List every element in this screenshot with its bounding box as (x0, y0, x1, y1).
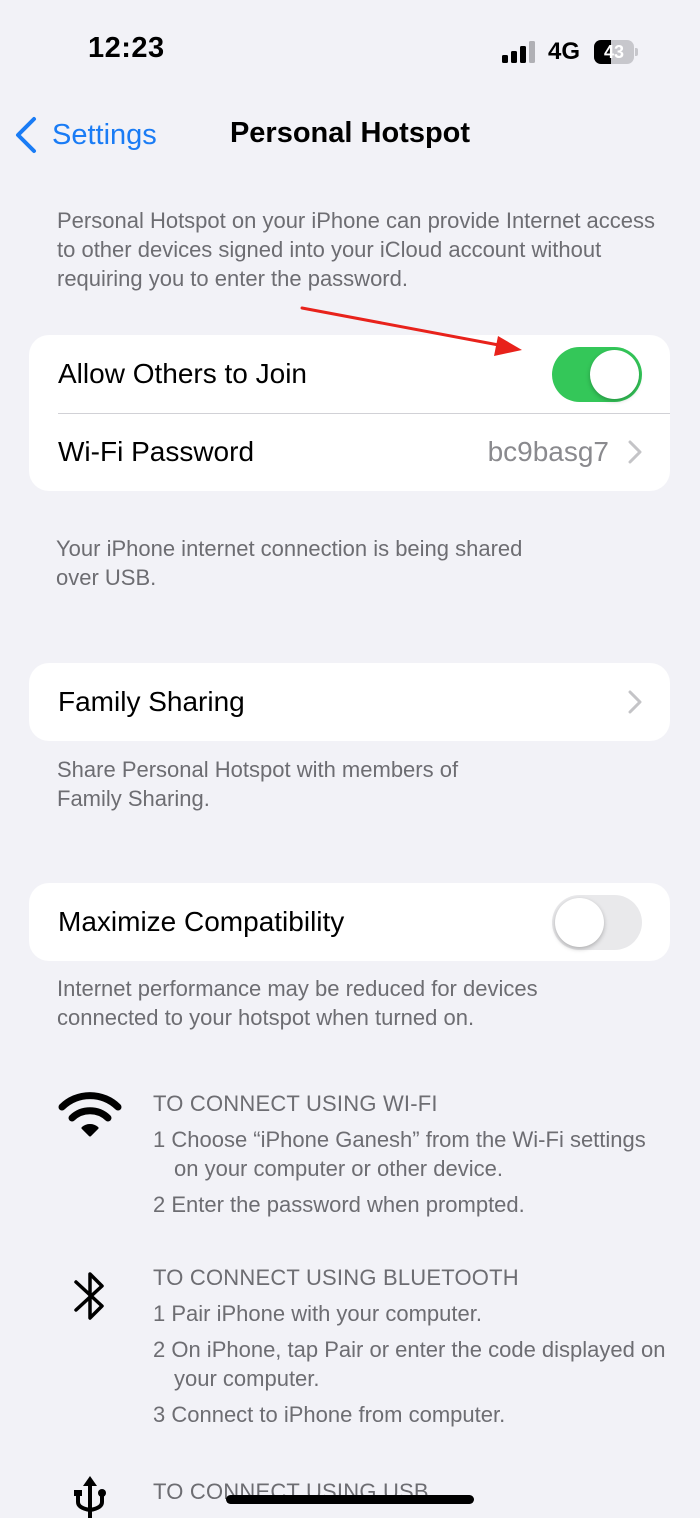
wifi-password-label: Wi-Fi Password (58, 436, 255, 467)
family-sharing-footer: Share Personal Hotspot with members of F… (57, 757, 459, 811)
annotation-arrow-icon (300, 306, 522, 356)
chevron-right-icon (628, 440, 642, 464)
page-title: Personal Hotspot (229, 117, 471, 149)
bluetooth-step-2: 2 On iPhone, tap Pair or enter the code … (153, 1337, 666, 1391)
wifi-step-1: 1 Choose “iPhone Ganesh” from the Wi-Fi … (153, 1127, 646, 1181)
wifi-password-value: bc9basg7 (487, 436, 609, 467)
bluetooth-instructions-heading: TO CONNECT USING BLUETOOTH (153, 1265, 519, 1290)
family-sharing-group: Family Sharing (29, 663, 670, 741)
bluetooth-icon (74, 1272, 104, 1320)
wifi-password-row[interactable]: Wi-Fi Password bc9basg7 (29, 413, 670, 491)
wifi-icon (58, 1092, 122, 1137)
compatibility-footer: Internet performance may be reduced for … (57, 976, 538, 1030)
maximize-compatibility-row: Maximize Compatibility (29, 883, 670, 961)
wifi-instructions-heading: TO CONNECT USING WI-FI (153, 1091, 438, 1116)
network-type: 4G (548, 38, 581, 65)
status-time: 12:23 (88, 32, 165, 64)
bluetooth-step-3: 3 Connect to iPhone from computer. (153, 1402, 506, 1427)
compatibility-group: Maximize Compatibility (29, 883, 670, 961)
family-sharing-label: Family Sharing (58, 686, 245, 717)
maximize-compatibility-toggle[interactable] (552, 894, 642, 950)
battery-icon: 43 (594, 40, 638, 64)
home-indicator[interactable] (226, 1495, 474, 1504)
family-sharing-row[interactable]: Family Sharing (29, 663, 670, 741)
bluetooth-instructions: TO CONNECT USING BLUETOOTH 1 Pair iPhone… (153, 1263, 673, 1429)
usb-icon (74, 1476, 106, 1518)
bluetooth-step-1: 1 Pair iPhone with your computer. (153, 1301, 482, 1326)
cellular-signal-icon (502, 41, 536, 63)
allow-others-label: Allow Others to Join (58, 358, 307, 389)
usb-sharing-footer: Your iPhone internet connection is being… (56, 536, 523, 590)
intro-description: Personal Hotspot on your iPhone can prov… (57, 208, 656, 291)
battery-percent: 43 (603, 42, 625, 62)
allow-others-toggle[interactable] (552, 346, 642, 402)
maximize-compatibility-label: Maximize Compatibility (58, 906, 345, 937)
wifi-instructions: TO CONNECT USING WI-FI 1 Choose “iPhone … (153, 1089, 673, 1219)
wifi-step-2: 2 Enter the password when prompted. (153, 1192, 525, 1217)
chevron-right-icon (628, 690, 642, 714)
